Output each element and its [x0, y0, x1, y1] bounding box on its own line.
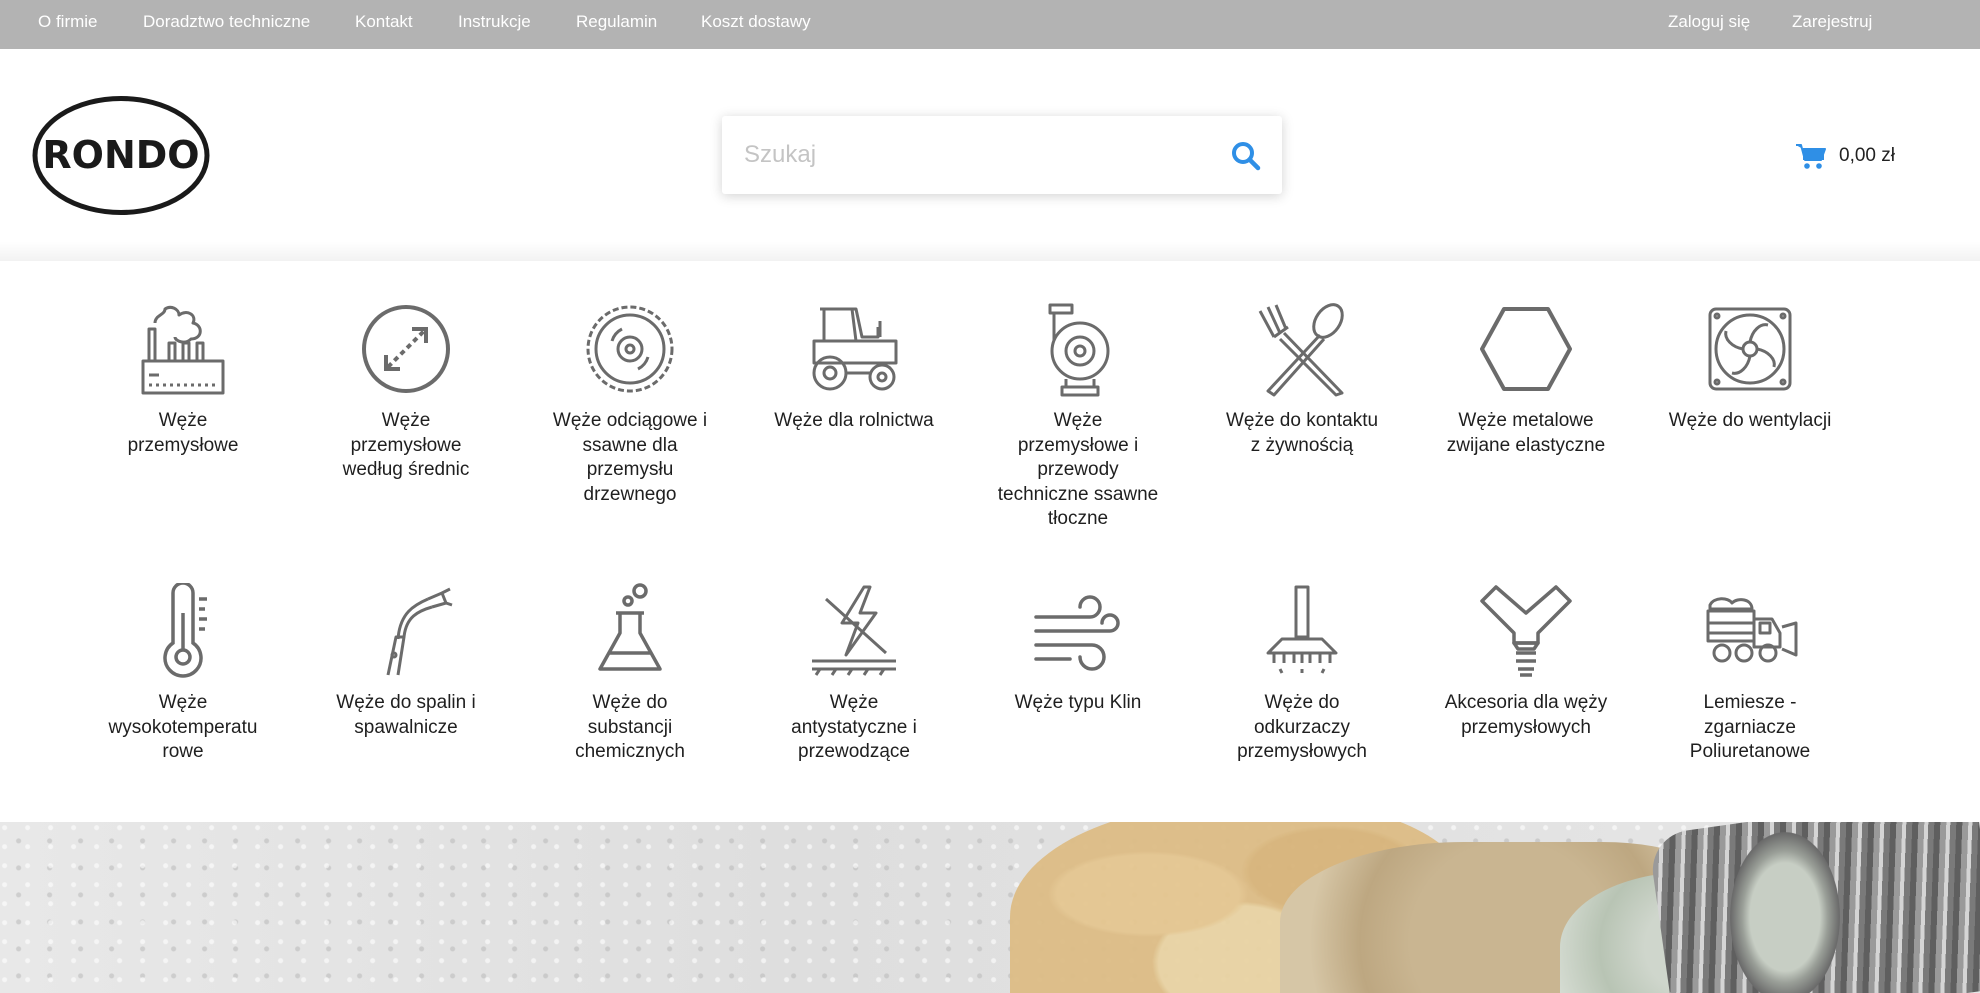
cart-button[interactable]: 0,00 zł: [1795, 141, 1895, 171]
nav-link-o-firmie[interactable]: O firmie: [38, 0, 98, 49]
header-divider: [0, 241, 1980, 261]
category-label: Węże odciągowe i ssawne dla przemysłu dr…: [552, 410, 708, 505]
hexagon-icon: [1478, 301, 1574, 397]
saw-blade-icon: [582, 301, 678, 397]
register-link[interactable]: Zarejestruj: [1792, 0, 1872, 49]
category-lemiesze[interactable]: Lemiesze - zgarniacze Poliuretanowe: [1650, 583, 1850, 765]
nav-link-instrukcje[interactable]: Instrukcje: [458, 0, 531, 49]
category-przemysl-drzewny[interactable]: Węże odciągowe i ssawne dla przemysłu dr…: [530, 301, 730, 507]
top-navigation-bar: O firmie Doradztwo techniczne Kontakt In…: [0, 0, 1980, 49]
thermometer-icon: [135, 583, 231, 679]
category-spaliny-spawalnicze[interactable]: Węże do spalin i spawalnicze: [306, 583, 506, 740]
cart-total: 0,00 zł: [1839, 145, 1895, 166]
category-wysokotemperaturowe[interactable]: Węże wysokotemperatu rowe: [83, 583, 283, 765]
y-connector-icon: [1478, 583, 1574, 679]
wind-icon: [1030, 583, 1126, 679]
fan-icon: [1702, 301, 1798, 397]
pump-icon: [1030, 301, 1126, 397]
category-label: Węże do kontaktu z żywnością: [1225, 410, 1379, 456]
search-box: [722, 116, 1282, 194]
category-label: Węże metalowe zwijane elastyczne: [1446, 410, 1606, 456]
nav-link-regulamin[interactable]: Regulamin: [576, 0, 657, 49]
nav-link-koszt-dostawy[interactable]: Koszt dostawy: [701, 0, 811, 49]
category-label: Węże wysokotemperatu rowe: [108, 692, 258, 762]
fork-spoon-icon: [1254, 301, 1350, 397]
site-header: RONDO 0,00 zł: [0, 49, 1980, 261]
category-label: Węże przemysłowe według średnic: [342, 410, 470, 480]
category-typu-klin[interactable]: Węże typu Klin: [978, 583, 1178, 716]
category-akcesoria[interactable]: Akcesoria dla węży przemysłowych: [1426, 583, 1626, 740]
search-input[interactable]: [722, 116, 1202, 194]
category-label: Węże do wentylacji: [1668, 410, 1832, 431]
welding-torch-icon: [358, 583, 454, 679]
rondo-logo[interactable]: RONDO: [31, 95, 211, 216]
tractor-icon: [806, 301, 902, 397]
cart-icon: [1796, 144, 1826, 169]
category-antystatyczne[interactable]: Węże antystatyczne i przewodzące: [754, 583, 954, 765]
category-label: Węże przemysłowe: [127, 410, 239, 456]
category-ssawne-tloczne[interactable]: Węże przemysłowe i przewody techniczne s…: [978, 301, 1178, 532]
category-label: Węże dla rolnictwa: [774, 410, 934, 431]
category-label: Węże do spalin i spawalnicze: [336, 692, 476, 738]
category-label: Węże antystatyczne i przewodzące: [791, 692, 917, 762]
nav-link-kontakt[interactable]: Kontakt: [355, 0, 413, 49]
category-label: Akcesoria dla węży przemysłowych: [1444, 692, 1608, 738]
login-link[interactable]: Zaloguj się: [1668, 0, 1750, 49]
category-zywnosc[interactable]: Węże do kontaktu z żywnością: [1202, 301, 1402, 458]
category-weze-przemyslowe[interactable]: Węże przemysłowe: [83, 301, 283, 458]
snowplow-truck-icon: [1702, 583, 1798, 679]
logo-text: RONDO: [42, 133, 199, 177]
flask-icon: [582, 583, 678, 679]
category-grid: Węże przemysłowe Węże przemysłowe według…: [0, 261, 1980, 822]
category-label: Węże przemysłowe i przewody techniczne s…: [997, 410, 1159, 529]
category-metalowe[interactable]: Węże metalowe zwijane elastyczne: [1426, 301, 1626, 458]
diameter-icon: [358, 301, 454, 397]
category-wedlug-srednic[interactable]: Węże przemysłowe według średnic: [306, 301, 506, 483]
category-wentylacja[interactable]: Węże do wentylacji: [1650, 301, 1850, 434]
category-label: Węże do odkurzaczy przemysłowych: [1237, 692, 1367, 762]
category-chemiczne[interactable]: Węże do substancji chemicznych: [530, 583, 730, 765]
antistatic-icon: [806, 583, 902, 679]
vacuum-brush-icon: [1254, 583, 1350, 679]
category-odkurzacze[interactable]: Węże do odkurzaczy przemysłowych: [1202, 583, 1402, 765]
category-label: Lemiesze - zgarniacze Poliuretanowe: [1689, 692, 1811, 762]
category-label: Węże typu Klin: [1014, 692, 1142, 713]
category-rolnictwo[interactable]: Węże dla rolnictwa: [754, 301, 954, 434]
nav-link-doradztwo[interactable]: Doradztwo techniczne: [143, 0, 310, 49]
factory-icon: [135, 301, 231, 397]
hero-banner-image: [0, 822, 1980, 993]
hose-opening-image: [1730, 832, 1840, 993]
category-label: Węże do substancji chemicznych: [575, 692, 685, 762]
search-icon[interactable]: [1230, 140, 1262, 172]
